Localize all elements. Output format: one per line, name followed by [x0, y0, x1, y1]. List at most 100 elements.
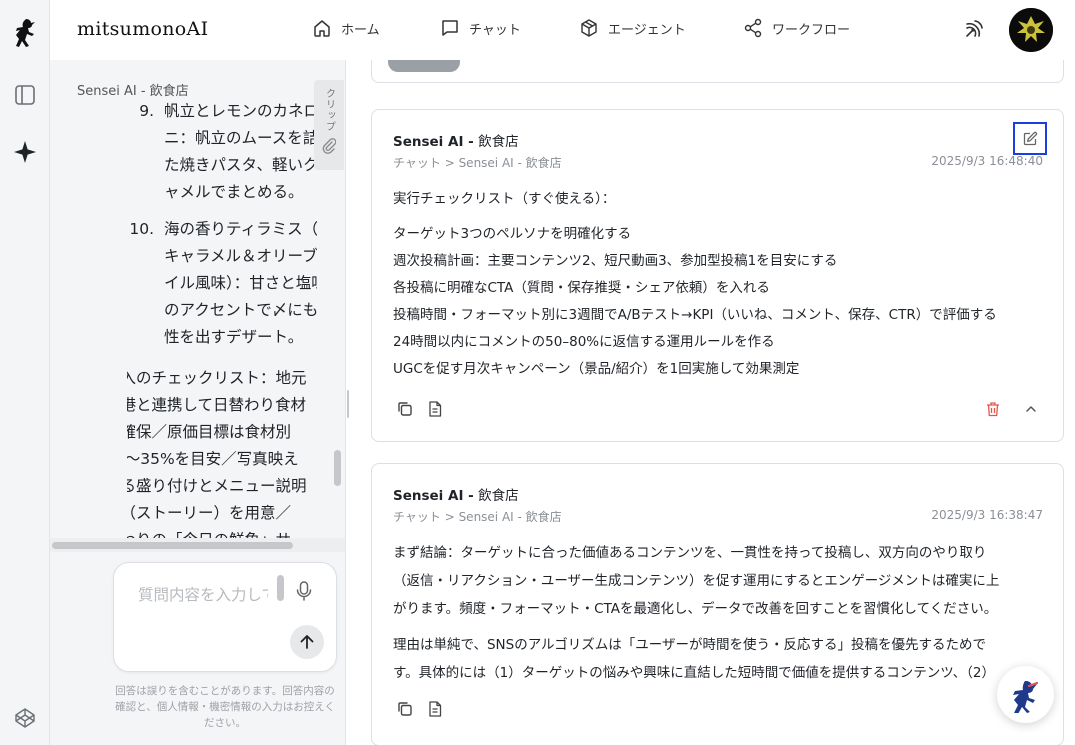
body-line: まず結論：ターゲットに合った価値あるコンテンツを、一貫性を持って投稿し、双方向の…	[393, 545, 987, 561]
paragraph-line: 導入のチェックリスト：地元	[127, 369, 307, 387]
broadcast-icon[interactable]	[962, 17, 986, 45]
body-line: す。具体的には（1）ターゲットの悩みや興味に直結した短時間で価値を提供するコンテ…	[393, 665, 995, 681]
home-icon	[314, 20, 330, 37]
card-title-bold: Sensei AI -	[393, 134, 474, 150]
previous-card-edge	[371, 60, 1064, 83]
clip-tab-label: クリップ	[323, 88, 335, 132]
previous-card-button[interactable]	[388, 60, 460, 72]
paragraph-line: 文（ストーリー）を用意／	[127, 504, 292, 522]
ninja-logo-icon[interactable]	[12, 19, 38, 47]
clip-content: 9. 帆立とレモンのカネロ ニ：帆立のムースを詰 た焼きパスタ、軽いク ャメルで…	[127, 98, 317, 538]
document-icon[interactable]	[426, 400, 444, 422]
body-line: 実行チェックリスト（すぐ使える）：	[393, 191, 616, 207]
card-title-rest: 飲食店	[473, 488, 519, 504]
share-icon	[744, 18, 762, 38]
card-title: Sensei AI - 飲食店	[393, 484, 519, 504]
list-line: キャラメル＆オリーブオ	[164, 247, 317, 265]
body-line: 週次投稿計画：主要コンテンツ2、短尺動画3、参加型投稿1を目安にする	[393, 253, 838, 269]
body-line: 24時間以内にコメントの50–80%に返信する運用ルールを作る	[393, 334, 775, 350]
list-line: 帆立とレモンのカネロ	[164, 102, 317, 120]
cube-icon	[581, 19, 597, 37]
chat-input-box[interactable]: 質問内容を入力してください	[113, 562, 337, 672]
list-line: た焼きパスタ、軽いク	[164, 156, 317, 174]
card-timestamp: 2025/9/3 16:48:40	[931, 154, 1043, 168]
copy-icon[interactable]	[396, 400, 414, 422]
card-breadcrumb: チャット > Sensei AI - 飲食店	[393, 156, 562, 170]
card-title-bold: Sensei AI -	[393, 488, 474, 504]
body-line: がります。頻度・フォーマット・CTAを最適化し、データで改善を回すことを習慣化し…	[393, 601, 998, 617]
card-actions	[396, 400, 444, 422]
list-item: 10. 海の香りティラミス（塩 キャラメル＆オリーブオ イル風味）：甘さと塩味 …	[127, 216, 317, 351]
card-body: 実行チェックリスト（すぐ使える）： ターゲット3つのペルソナを明確化する 週次投…	[393, 186, 997, 383]
card-body: まず結論：ターゲットに合った価値あるコンテンツを、一貫性を持って投稿し、双方向の…	[393, 539, 999, 687]
app-brand[interactable]: mitsumonoAI	[77, 18, 208, 40]
edit-button[interactable]	[1013, 122, 1047, 155]
top-header: mitsumonoAI ホーム チャット エージェント ワークフロー	[50, 0, 1075, 60]
message-card: Sensei AI - 飲食店 チャット > Sensei AI - 飲食店 2…	[371, 463, 1064, 745]
card-breadcrumb: チャット > Sensei AI - 飲食店	[393, 510, 562, 524]
paperclip-icon	[322, 138, 336, 154]
panel-title: Sensei AI - 飲食店	[77, 84, 189, 99]
list-number: 10.	[129, 220, 154, 238]
nav-workflow[interactable]: ワークフロー	[743, 18, 850, 38]
left-rail	[0, 0, 50, 745]
sparkle-icon[interactable]	[12, 139, 38, 165]
paragraph-line: する盛り付けとメニュー説明	[127, 477, 307, 495]
chat-icon	[442, 20, 458, 36]
card-timestamp: 2025/9/3 16:38:47	[931, 508, 1043, 522]
ninja-mascot-icon	[1012, 680, 1038, 713]
card-actions	[396, 700, 444, 722]
send-button[interactable]	[290, 625, 324, 659]
copy-icon[interactable]	[396, 700, 414, 722]
clip-tab[interactable]: クリップ	[314, 80, 344, 170]
nav-chat-label: チャット	[469, 22, 521, 38]
assistant-fab[interactable]	[997, 666, 1054, 723]
list-line: 性を出すデザート。	[164, 328, 304, 346]
trash-icon[interactable]	[984, 400, 1002, 422]
disclaimer-text: 回答は誤りを含むことがあります。回答内容の確認と、個人情報・機密情報の入力はお控…	[115, 685, 335, 729]
body-line: ターゲット3つのペルソナを明確化する	[393, 226, 632, 242]
nav-agent[interactable]: エージェント	[579, 18, 686, 38]
app-root: mitsumonoAI ホーム チャット エージェント ワークフロー Sense…	[0, 0, 1075, 745]
list-item: 9. 帆立とレモンのカネロ ニ：帆立のムースを詰 た焼きパスタ、軽いク ャメルで…	[127, 98, 317, 206]
body-line: （返信・リアクション・ユーザー生成コンテンツ）を促す運用にするとエンゲージメント…	[393, 573, 1000, 589]
body-line: UGCを促す月次キャンペーン（景品/紹介）を1回実施して効果測定	[393, 361, 800, 377]
user-avatar[interactable]	[1009, 8, 1053, 52]
list-line: 海の香りティラミス（塩	[164, 220, 317, 238]
edit-icon	[1023, 131, 1038, 145]
message-list: Sensei AI - 飲食店 チャット > Sensei AI - 飲食店 2…	[351, 60, 1075, 745]
vertical-scrollbar[interactable]	[334, 450, 341, 486]
list-line: イル風味）：甘さと塩味	[164, 274, 317, 292]
message-card: Sensei AI - 飲食店 チャット > Sensei AI - 飲食店 2…	[371, 109, 1064, 442]
horizontal-scrollbar[interactable]	[50, 538, 345, 552]
card-title: Sensei AI - 飲食店	[393, 130, 519, 150]
list-line: のアクセントで〆にも個	[164, 301, 317, 319]
list-line: ャメルでまとめる。	[164, 183, 304, 201]
arrow-up-icon	[300, 635, 314, 649]
paragraph-line: を確保／原価目標は食材別	[127, 423, 292, 441]
splitter-grip[interactable]	[347, 390, 349, 418]
checklist-paragraph: 導入のチェックリスト：地元 漁港と連携して日替わり食材 を確保／原価目標は食材別…	[127, 365, 317, 538]
scrollbar-thumb[interactable]	[52, 542, 293, 549]
chevron-up-icon[interactable]	[1022, 400, 1040, 422]
sidebar-toggle-icon[interactable]	[12, 82, 38, 108]
document-icon[interactable]	[426, 700, 444, 722]
paragraph-line: 甘わりの「今日の鮮魚」サ	[127, 527, 317, 538]
nav-home[interactable]: ホーム	[312, 18, 380, 38]
input-scrollbar[interactable]	[277, 575, 284, 601]
question-input[interactable]: 質問内容を入力してください	[138, 582, 268, 622]
clip-panel: Sensei AI - 飲食店 9. 帆立とレモンのカネロ ニ：帆立のムースを詰…	[50, 60, 345, 745]
body-line: 投稿時間・フォーマット別に3週間でA/Bテスト→KPI（いいね、コメント、保存、…	[393, 307, 997, 323]
list-number: 9.	[139, 102, 154, 120]
paragraph-line: 30〜35%を目安／写真映え	[127, 450, 299, 468]
nav-workflow-label: ワークフロー	[772, 22, 851, 38]
paragraph-line: 漁港と連携して日替わり食材	[127, 396, 307, 414]
nav-chat[interactable]: チャット	[440, 18, 521, 38]
nav-home-label: ホーム	[341, 22, 380, 38]
body-line: 理由は単純で、SNSのアルゴリズムは「ユーザーが時間を使う・反応する」投稿を優先…	[393, 637, 987, 653]
codepen-icon[interactable]	[12, 705, 38, 731]
body-line: 各投稿に明確なCTA（質問・保存推奨・シェア依頼）を入れる	[393, 280, 770, 296]
list-line: ニ：帆立のムースを詰	[164, 129, 317, 147]
nav-agent-label: エージェント	[608, 22, 686, 38]
microphone-icon[interactable]	[294, 580, 314, 606]
